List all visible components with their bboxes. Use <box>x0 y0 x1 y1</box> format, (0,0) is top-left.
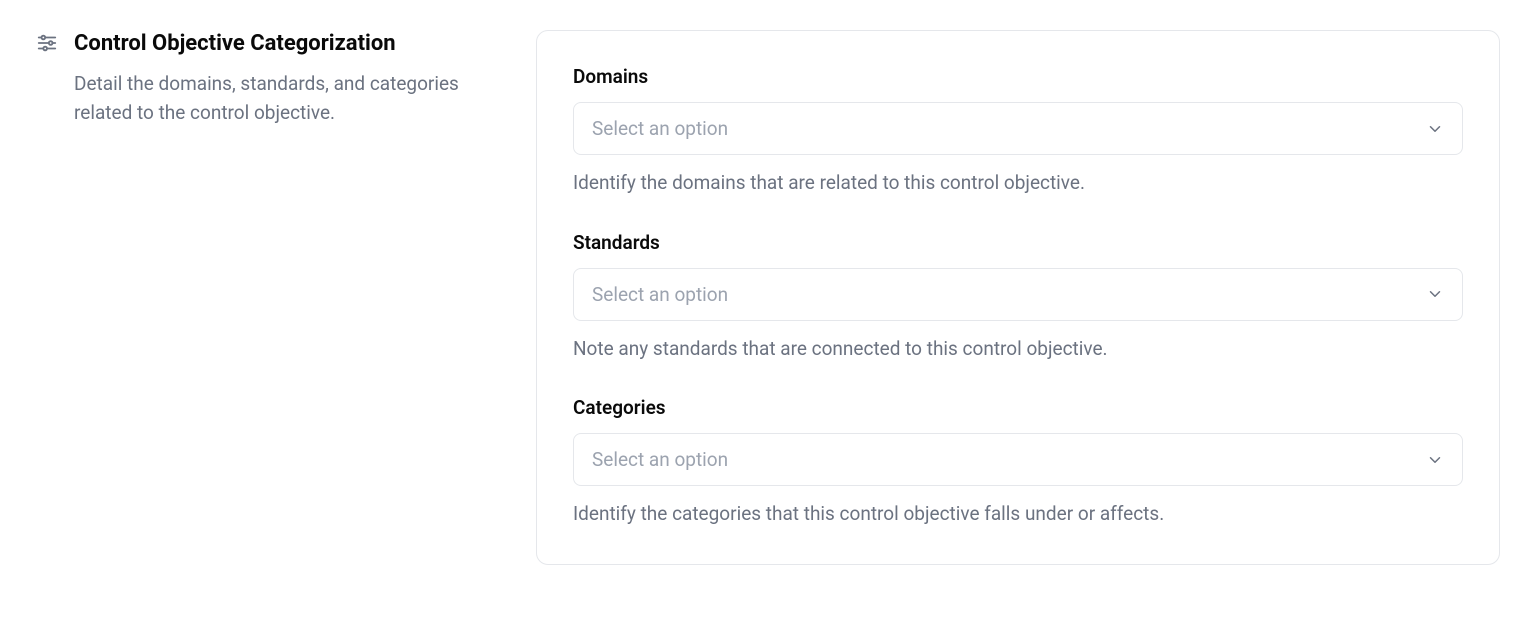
form-panel: Domains Select an option Identify the do… <box>536 30 1500 565</box>
chevron-down-icon <box>1426 120 1444 138</box>
domains-placeholder: Select an option <box>592 117 728 140</box>
categories-label: Categories <box>573 396 1463 419</box>
side-text-block: Control Objective Categorization Detail … <box>74 30 488 127</box>
side-header: Control Objective Categorization Detail … <box>36 30 488 127</box>
categories-select[interactable]: Select an option <box>573 433 1463 486</box>
domains-label: Domains <box>573 65 1463 88</box>
chevron-down-icon <box>1426 285 1444 303</box>
categories-placeholder: Select an option <box>592 448 728 471</box>
domains-help: Identify the domains that are related to… <box>573 169 1463 197</box>
page-container: Control Objective Categorization Detail … <box>0 0 1536 595</box>
field-standards: Standards Select an option Note any stan… <box>573 231 1463 363</box>
standards-label: Standards <box>573 231 1463 254</box>
field-categories: Categories Select an option Identify the… <box>573 396 1463 528</box>
sliders-icon <box>36 32 58 54</box>
field-domains: Domains Select an option Identify the do… <box>573 65 1463 197</box>
categories-help: Identify the categories that this contro… <box>573 500 1463 528</box>
standards-placeholder: Select an option <box>592 283 728 306</box>
standards-select[interactable]: Select an option <box>573 268 1463 321</box>
section-title: Control Objective Categorization <box>74 30 488 59</box>
chevron-down-icon <box>1426 451 1444 469</box>
domains-select[interactable]: Select an option <box>573 102 1463 155</box>
standards-help: Note any standards that are connected to… <box>573 335 1463 363</box>
section-description: Detail the domains, standards, and categ… <box>74 69 488 128</box>
